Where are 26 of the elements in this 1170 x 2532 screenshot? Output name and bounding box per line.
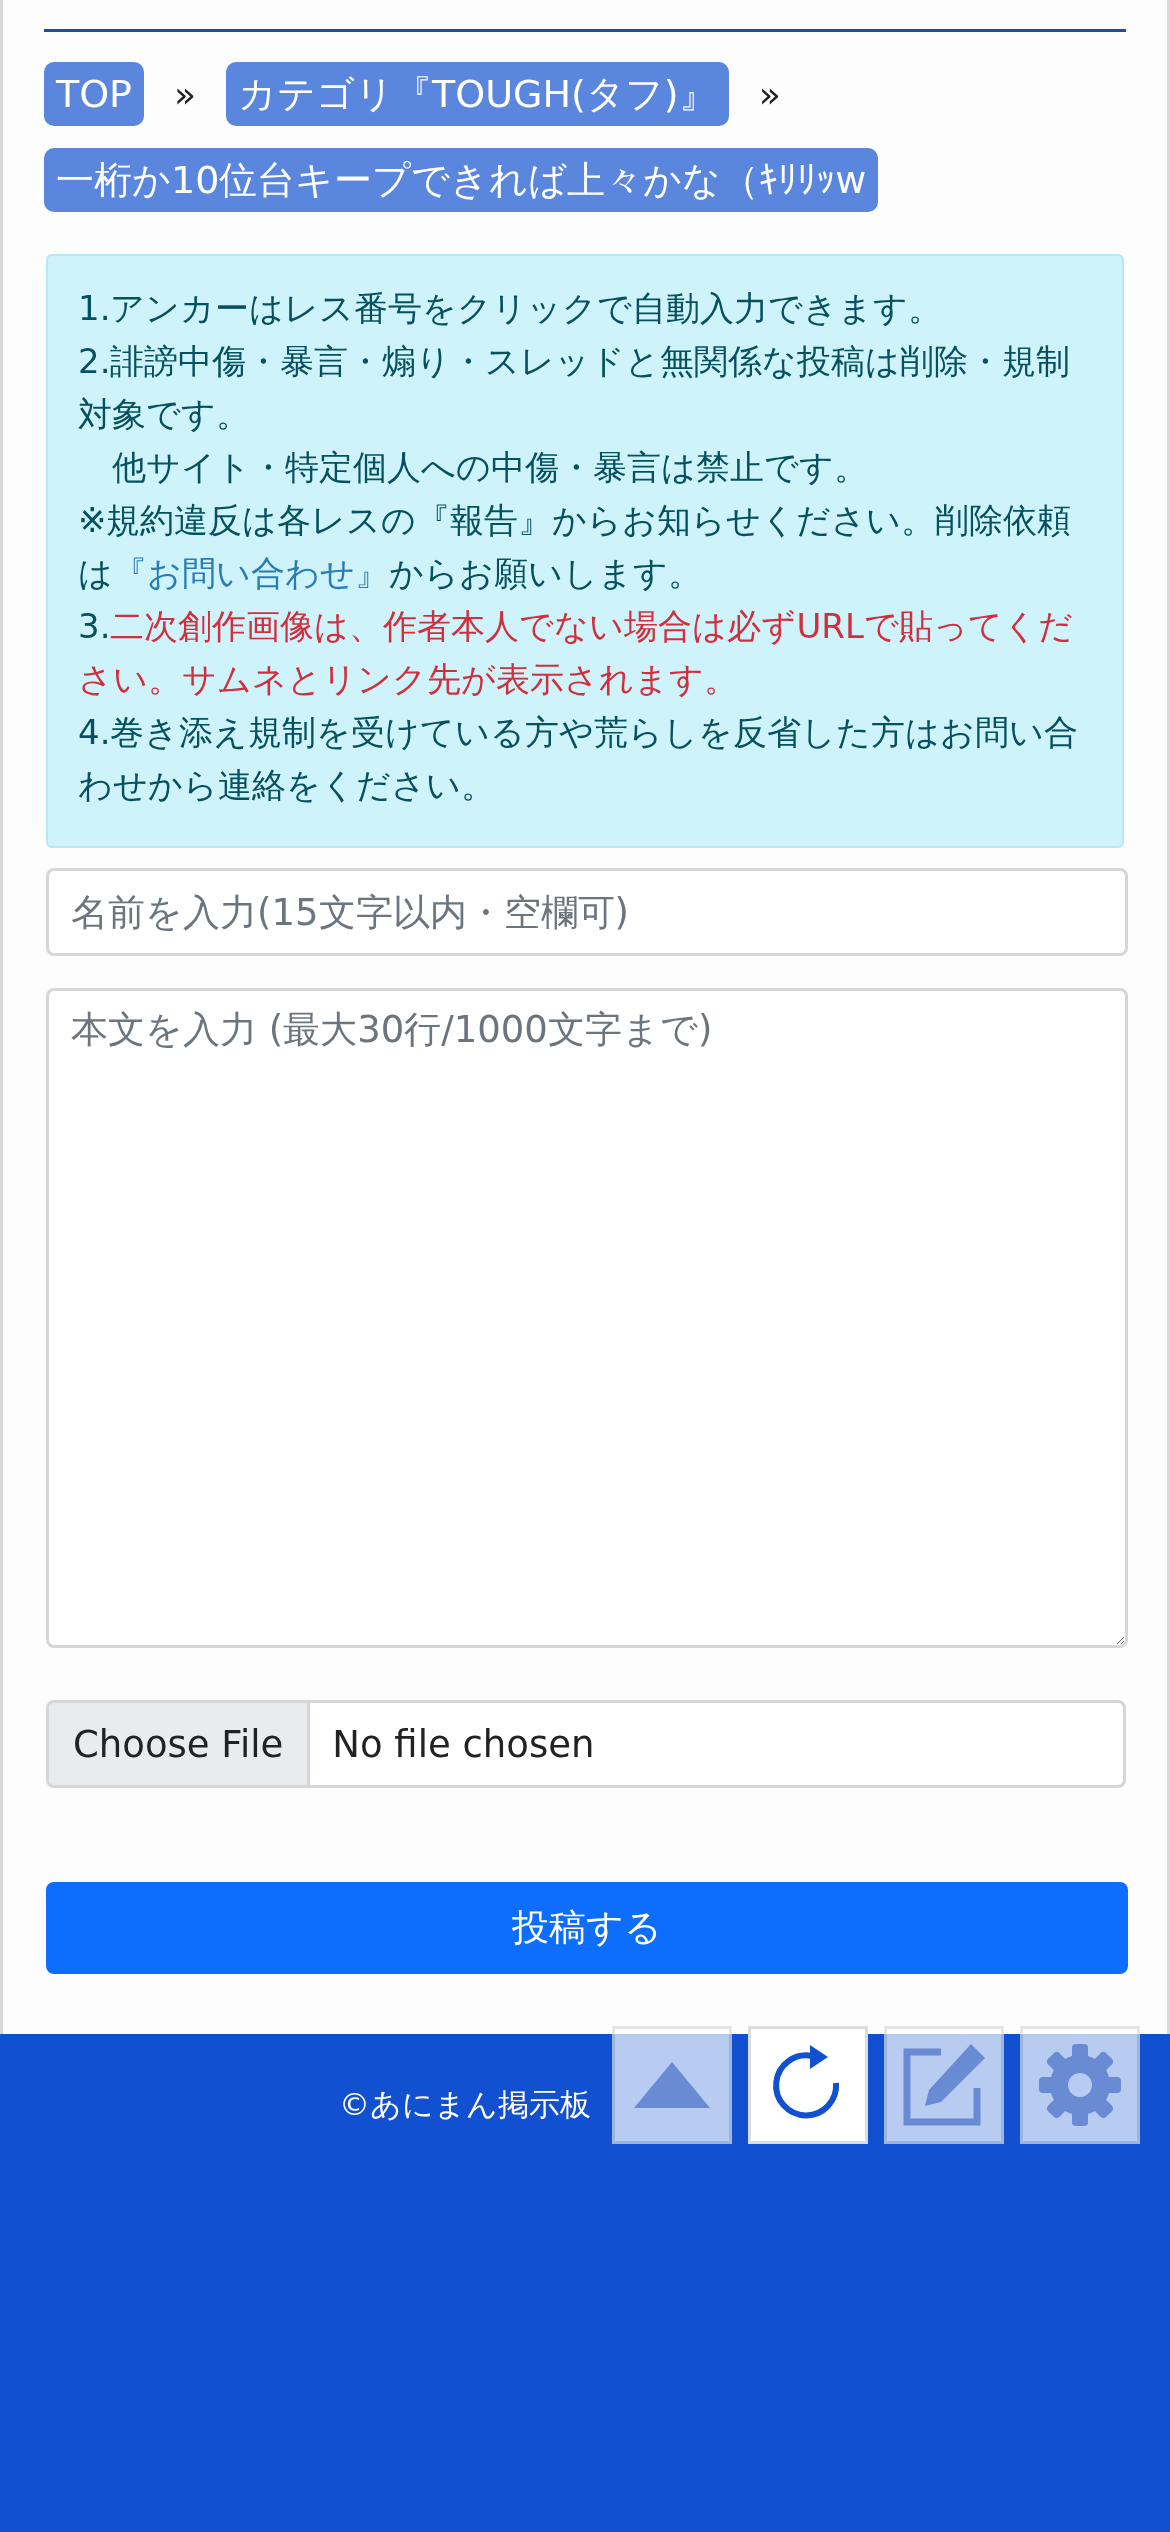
choose-file-button[interactable]: Choose File [49, 1703, 311, 1785]
reload-button[interactable] [748, 2026, 868, 2144]
breadcrumb-link[interactable]: カテゴリ『TOUGH(タフ)』 [226, 62, 729, 126]
gear-icon [1037, 2042, 1123, 2128]
breadcrumb-separator: » [757, 73, 782, 115]
body-field[interactable]: 本文を入力 (最大30行/1000文字まで) [46, 988, 1128, 1648]
notice-text: 他サイト・特定個人への中傷・暴言は禁止です。 [111, 446, 869, 489]
contact-link[interactable]: 『お問い合わせ』 [113, 553, 389, 593]
edit-button[interactable] [884, 2026, 1004, 2144]
settings-button[interactable] [1020, 2026, 1140, 2144]
up-arrow-icon [632, 2060, 712, 2110]
edit-icon [901, 2042, 987, 2128]
file-status: No file chosen [331, 1722, 595, 1766]
breadcrumb-separator: » [173, 73, 198, 115]
breadcrumb-link[interactable]: 一桁か10位台キープできれば上々かな（ｷﾘﾘｯw [44, 148, 879, 212]
name-field[interactable]: 名前を入力(15文字以内・空欄可) [46, 868, 1128, 956]
notice-text: 4.巻き添え規制を受けている方や荒らしを反省した方はお問い合わせから連絡をください。 [78, 711, 1080, 807]
file-input[interactable]: Choose File No file chosen [46, 1700, 1126, 1788]
submit-button[interactable]: 投稿する [46, 1882, 1128, 1974]
notice-text: 3.二次創作画像は、作者本人でない場合は必ずURLで貼ってください。サムネとリンク先が表示されます。 [78, 605, 1074, 701]
notice-text: ※規約違反は各レスの『報告』からお知らせください。削除依頼は『お問い合わせ』からお願いします。 [78, 499, 1073, 595]
notice-text: 1.アンカーはレス番号をクリックで自動入力できます。 [78, 287, 944, 330]
breadcrumb-link[interactable]: TOP [44, 62, 145, 126]
notice-text: 2.誹謗中傷・暴言・煽り・スレッドと無関係な投稿は削除・規制対象です。 [78, 340, 1072, 436]
copyright-text: ©あにまん掲示板 [339, 2085, 591, 2124]
up-button[interactable] [612, 2026, 732, 2144]
